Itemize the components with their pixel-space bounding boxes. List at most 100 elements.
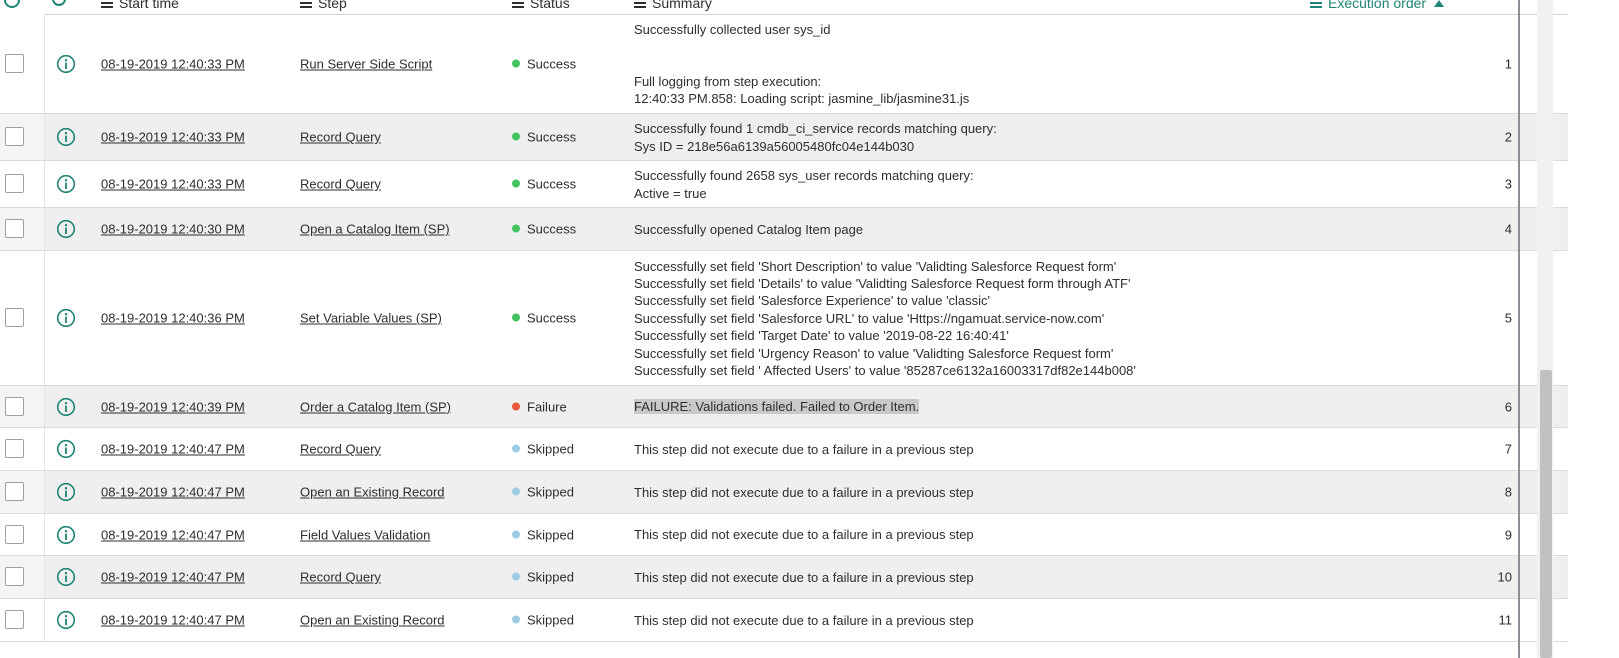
row-checkbox[interactable] bbox=[5, 127, 24, 146]
step-link[interactable]: Set Variable Values (SP) bbox=[300, 310, 442, 327]
execution-order: 2 bbox=[1504, 129, 1512, 145]
status-dot-icon bbox=[512, 402, 520, 410]
info-icon[interactable] bbox=[56, 308, 76, 328]
column-menu-icon[interactable] bbox=[101, 2, 113, 4]
column-header-execution-order[interactable]: Execution order bbox=[1310, 0, 1445, 14]
summary-line: Successfully found 2658 sys_user records… bbox=[634, 168, 974, 184]
info-icon[interactable] bbox=[56, 174, 76, 194]
row-checkbox[interactable] bbox=[5, 524, 24, 544]
status-label: Success bbox=[527, 56, 577, 71]
row-checkbox[interactable] bbox=[5, 567, 24, 586]
start-time-link[interactable]: 08-19-2019 12:40:33 PM bbox=[101, 176, 245, 193]
row-checkbox[interactable] bbox=[5, 482, 24, 501]
row-checkbox[interactable] bbox=[5, 610, 24, 629]
start-time-link[interactable]: 08-19-2019 12:40:47 PM bbox=[101, 569, 245, 586]
status-cell: Failure bbox=[512, 398, 567, 415]
search-icon[interactable] bbox=[52, 0, 66, 6]
column-header-step[interactable]: Step bbox=[300, 0, 347, 14]
row-select-cell bbox=[0, 251, 45, 385]
summary-line: This step did not execute due to a failu… bbox=[634, 484, 974, 500]
info-icon[interactable] bbox=[56, 219, 76, 239]
execution-order: 11 bbox=[1498, 612, 1513, 628]
execution-order: 4 bbox=[1504, 221, 1512, 237]
column-menu-icon[interactable] bbox=[300, 2, 312, 4]
summary-line: Successfully set field 'Urgency Reason' … bbox=[634, 345, 1114, 361]
start-time-link[interactable]: 08-19-2019 12:40:33 PM bbox=[101, 129, 245, 146]
info-icon[interactable] bbox=[56, 567, 76, 587]
step-link[interactable]: Record Query bbox=[300, 129, 381, 146]
info-icon[interactable] bbox=[56, 127, 76, 147]
step-link[interactable]: Field Values Validation bbox=[300, 526, 430, 543]
row-checkbox[interactable] bbox=[5, 439, 24, 458]
table-row: 08-19-2019 12:40:39 PM Order a Catalog It… bbox=[0, 386, 1568, 428]
step-link[interactable]: Order a Catalog Item (SP) bbox=[300, 398, 451, 415]
column-header-status[interactable]: Status bbox=[512, 0, 570, 14]
start-time-link[interactable]: 08-19-2019 12:40:30 PM bbox=[101, 221, 245, 238]
step-link[interactable]: Open a Catalog Item (SP) bbox=[300, 221, 450, 238]
info-icon[interactable] bbox=[56, 525, 76, 545]
info-icon[interactable] bbox=[56, 439, 76, 459]
start-time-link[interactable]: 08-19-2019 12:40:47 PM bbox=[101, 612, 245, 629]
summary-line: Full logging from step execution: bbox=[634, 73, 822, 89]
status-dot-icon bbox=[512, 530, 520, 538]
row-checkbox[interactable] bbox=[5, 308, 24, 327]
summary-line: 12:40:33 PM.858: Loading script: jasmine… bbox=[634, 91, 970, 107]
start-time-link[interactable]: 08-19-2019 12:40:33 PM bbox=[101, 55, 245, 72]
column-header-summary[interactable]: Summary bbox=[634, 0, 712, 14]
table-row: 08-19-2019 12:40:36 PM Set Variable Value… bbox=[0, 251, 1568, 386]
start-time-link[interactable]: 08-19-2019 12:40:47 PM bbox=[101, 484, 245, 501]
status-dot-icon bbox=[512, 615, 520, 624]
info-icon[interactable] bbox=[56, 397, 76, 417]
status-cell: Skipped bbox=[512, 612, 574, 629]
status-cell: Skipped bbox=[512, 569, 574, 586]
info-icon[interactable] bbox=[56, 54, 76, 74]
row-select-cell bbox=[0, 514, 45, 555]
start-time-link[interactable]: 08-19-2019 12:40:36 PM bbox=[101, 310, 245, 327]
table-row: 08-19-2019 12:40:33 PM Run Server Side Sc… bbox=[0, 14, 1568, 114]
status-cell: Skipped bbox=[512, 441, 574, 458]
sort-ascending-icon[interactable] bbox=[1434, 0, 1445, 7]
column-header-start-time[interactable]: Start time bbox=[101, 0, 179, 14]
step-link[interactable]: Open an Existing Record bbox=[300, 612, 445, 629]
status-dot-icon bbox=[512, 59, 520, 67]
status-label: Success bbox=[527, 310, 577, 326]
step-link[interactable]: Run Server Side Script bbox=[300, 55, 432, 72]
execution-order: 6 bbox=[1504, 399, 1512, 414]
execution-order: 7 bbox=[1504, 441, 1512, 457]
column-menu-icon[interactable] bbox=[1310, 2, 1322, 4]
step-link[interactable]: Record Query bbox=[300, 176, 381, 193]
status-dot-icon bbox=[512, 224, 520, 233]
start-time-link[interactable]: 08-19-2019 12:40:39 PM bbox=[101, 398, 245, 415]
step-link[interactable]: Record Query bbox=[300, 441, 381, 458]
column-menu-icon[interactable] bbox=[634, 2, 646, 4]
info-icon[interactable] bbox=[56, 610, 76, 630]
summary-line: Successfully found 1 cmdb_ci_service rec… bbox=[634, 121, 997, 137]
summary-cell: Successfully found 1 cmdb_ci_service rec… bbox=[634, 120, 997, 155]
gear-icon[interactable] bbox=[4, 0, 20, 8]
step-link[interactable]: Record Query bbox=[300, 569, 381, 586]
page-scrollbar-thumb[interactable] bbox=[1540, 370, 1552, 658]
row-select-cell bbox=[0, 14, 45, 113]
start-time-link[interactable]: 08-19-2019 12:40:47 PM bbox=[101, 441, 245, 458]
row-checkbox[interactable] bbox=[5, 219, 24, 238]
row-checkbox[interactable] bbox=[5, 53, 24, 73]
status-label: Success bbox=[527, 129, 577, 145]
summary-cell: Successfully opened Catalog Item page bbox=[634, 221, 863, 238]
status-label: Skipped bbox=[527, 441, 574, 457]
row-select-cell bbox=[0, 114, 45, 160]
status-label: Skipped bbox=[527, 527, 574, 542]
status-dot-icon bbox=[512, 487, 520, 496]
start-time-link[interactable]: 08-19-2019 12:40:47 PM bbox=[101, 526, 245, 543]
execution-order: 9 bbox=[1504, 527, 1512, 542]
step-link[interactable]: Open an Existing Record bbox=[300, 484, 445, 501]
column-menu-icon[interactable] bbox=[512, 2, 524, 4]
status-cell: Success bbox=[512, 221, 576, 238]
table-row: 08-19-2019 12:40:47 PM Open an Existing R… bbox=[0, 599, 1568, 642]
row-checkbox[interactable] bbox=[5, 396, 24, 416]
status-cell: Success bbox=[512, 55, 576, 72]
info-icon[interactable] bbox=[56, 482, 76, 502]
row-checkbox[interactable] bbox=[5, 174, 24, 193]
summary-cell: This step did not execute due to a failu… bbox=[634, 441, 974, 458]
status-dot-icon bbox=[512, 132, 520, 141]
status-dot-icon bbox=[512, 444, 520, 453]
